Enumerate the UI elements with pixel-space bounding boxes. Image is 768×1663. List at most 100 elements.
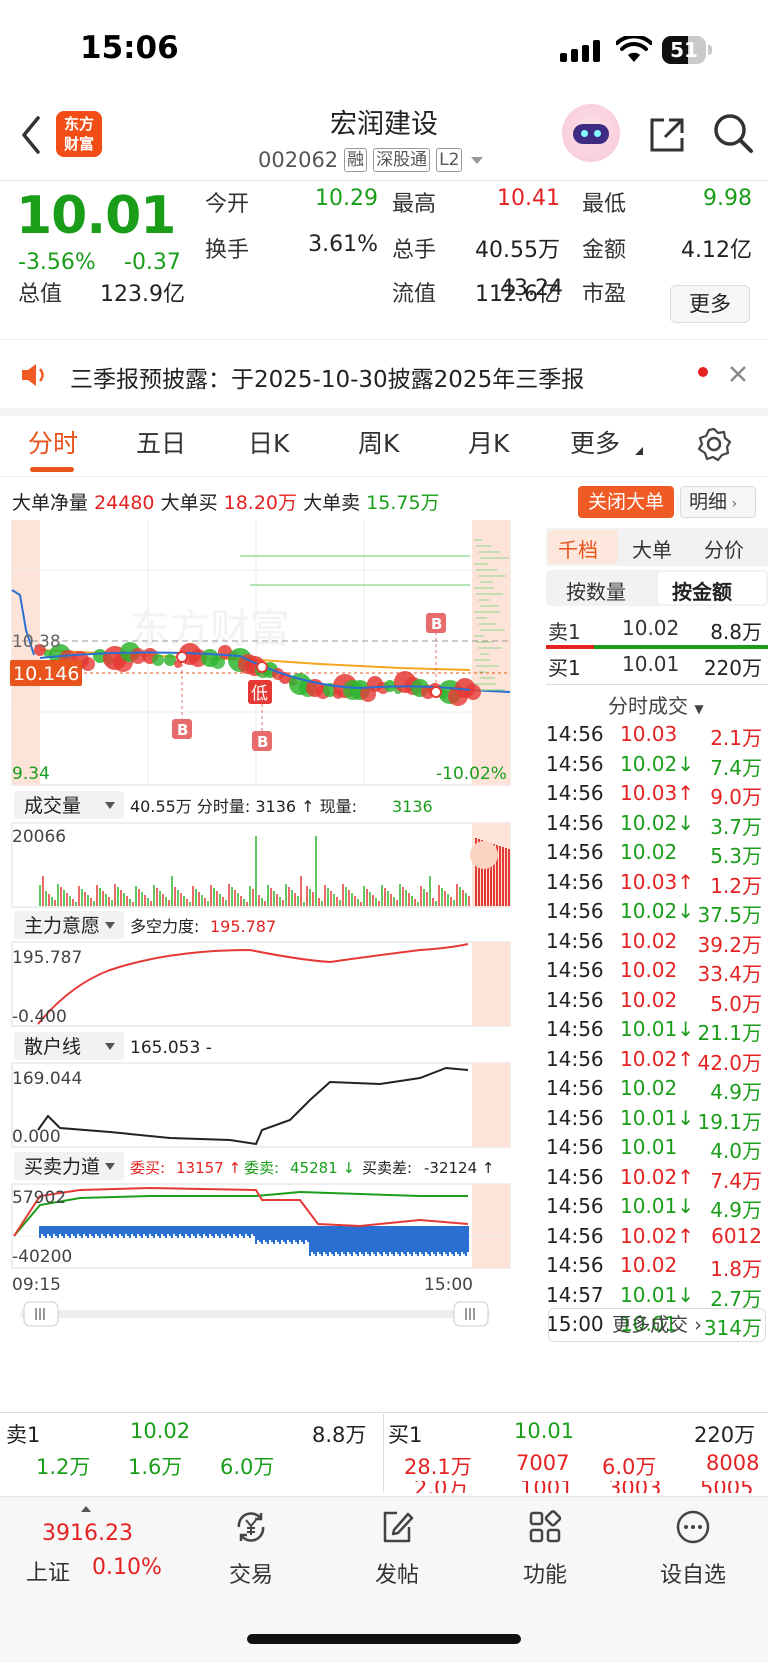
- tick-price-value: 10.02: [620, 958, 678, 982]
- tick-volume: 1.2万: [710, 873, 762, 898]
- notice-text: 三季报预披露：于2025-10-30披露2025年三季报: [70, 367, 585, 393]
- range-handle-left[interactable]: [23, 1301, 59, 1327]
- tick-volume: 1.8万: [710, 1257, 762, 1281]
- more-button[interactable]: 更多: [670, 285, 750, 323]
- force-sell-label: 委卖:: [244, 1159, 279, 1177]
- bid1-vol: 220万: [703, 656, 762, 680]
- tick-price-value: 10.02: [620, 987, 678, 1012]
- sub-tab-by-count[interactable]: 按数量: [566, 576, 626, 605]
- tick-price: 10.01↓: [620, 1194, 694, 1218]
- battery-icon: 51: [662, 36, 706, 64]
- tick-price: 10.02: [620, 929, 677, 953]
- panel-tab[interactable]: 分价: [704, 534, 744, 563]
- index-ticker[interactable]: 3916.23 上证 0.10%: [0, 1497, 170, 1617]
- tick-row: 14:56 10.02 1.8万: [546, 1253, 768, 1284]
- tab-weekly-k[interactable]: 周K: [358, 424, 399, 460]
- stock-code-row[interactable]: 002062 融 深股通 L2: [258, 148, 486, 172]
- tab-intraday[interactable]: 分时: [28, 424, 78, 460]
- ticks-title[interactable]: 分时成交 ▼: [608, 690, 704, 719]
- book-ask-queue: 6.0万: [220, 1455, 275, 1479]
- time-axis-start: 09:15: [12, 1275, 61, 1295]
- assistant-robot-icon[interactable]: [562, 104, 620, 162]
- tick-price-value: 10.02: [620, 840, 678, 864]
- trade-panel: 千档 大单 分价 按数量 按金额 卖1 10.02 8.8万 买1 10.01 220万 分时…: [546, 528, 768, 1358]
- tab-trade-label: 交易: [228, 1563, 273, 1588]
- tab-monthly-k[interactable]: 月K: [468, 424, 509, 460]
- tick-price: 10.03↑: [620, 870, 694, 894]
- tick-volume: 4.9万: [710, 1080, 762, 1104]
- ask-bid-ratio-green: [594, 645, 768, 649]
- tick-time: 14:56: [546, 1076, 604, 1100]
- panel-tab[interactable]: 大单: [632, 534, 672, 563]
- volume-selector-label[interactable]: 成交量: [24, 795, 81, 817]
- net-label: 大单净量: [12, 492, 89, 514]
- tick-row: 14:56 10.03↑ 9.0万: [546, 781, 768, 812]
- retail-min: 0.000: [12, 1127, 61, 1147]
- buy-marker-label: B: [177, 721, 188, 739]
- book-bid-queue: 6.0万: [602, 1455, 657, 1479]
- tab-daily-k[interactable]: 日K: [248, 424, 289, 460]
- tick-volume: 4.9万: [710, 1198, 762, 1222]
- status-bar: 15:06 51: [0, 0, 768, 96]
- tick-time: 14:56: [546, 958, 604, 982]
- tick-price-value: 10.02: [620, 928, 678, 953]
- share-icon[interactable]: [647, 115, 687, 155]
- range-handle-right[interactable]: [453, 1301, 489, 1327]
- tick-time: 14:56: [546, 1105, 604, 1130]
- search-icon[interactable]: [712, 112, 754, 154]
- tick-price: 10.02: [620, 1076, 677, 1100]
- tick-direction: ↓: [677, 810, 695, 835]
- book-bid-queue: 28.1万: [404, 1455, 472, 1479]
- aftermarket-shade: [472, 942, 510, 1026]
- tick-time: 14:56: [546, 751, 604, 776]
- buy-label: 大单买: [160, 492, 218, 514]
- intraday-chart[interactable]: 东方财富BBB低11.429.3410.02%-10.02%10.3810.14…: [0, 520, 546, 1410]
- detail-button[interactable]: 明细 ›: [680, 486, 756, 518]
- main-force-info: 195.787: [210, 917, 276, 936]
- aftermarket-shade: [472, 1184, 510, 1268]
- panel-tab[interactable]: 千档: [558, 534, 598, 563]
- settings-gear-icon[interactable]: [696, 426, 732, 462]
- tick-price: 10.02↑: [620, 1047, 694, 1071]
- book-bid-queue: 7007: [516, 1451, 570, 1475]
- more-ticks-label: 更多成交: [612, 1314, 689, 1336]
- divider: [0, 180, 768, 181]
- dropdown-icon[interactable]: [468, 153, 486, 167]
- main-force-info-label: 多空力度:: [130, 917, 199, 936]
- tick-time: 14:56: [546, 810, 604, 835]
- tab-5day[interactable]: 五日: [136, 424, 186, 460]
- divider: [383, 1414, 384, 1492]
- price-axis-bottom: 9.34: [12, 764, 50, 784]
- tick-volume: 33.4万: [697, 962, 762, 986]
- retail-selector-label[interactable]: 散户线: [24, 1036, 81, 1058]
- main-force-selector-label[interactable]: 主力意愿: [24, 915, 100, 937]
- close-big-order-button[interactable]: 关闭大单: [578, 486, 674, 518]
- dropdown-caret-icon: ▼: [694, 702, 704, 716]
- watermark-text: 东方财富: [130, 606, 290, 652]
- range-scroll-track[interactable]: [20, 1310, 490, 1318]
- tab-more[interactable]: 更多: [570, 424, 620, 460]
- divider: [0, 408, 768, 416]
- tab-post-label: 发帖: [374, 1563, 419, 1588]
- expand-icon[interactable]: [470, 841, 498, 869]
- sub-tab-by-amount[interactable]: 按金额: [672, 576, 732, 605]
- quote-field-label: 流值: [392, 282, 437, 307]
- quote-field-value: 10.29: [315, 186, 378, 211]
- book-ask-queue: 1.2万: [36, 1455, 91, 1479]
- tick-row: 14:56 10.01↓ 19.1万: [546, 1106, 768, 1137]
- tick-price: 10.02: [620, 988, 677, 1012]
- force-selector-label[interactable]: 买卖力道: [24, 1156, 100, 1178]
- tick-time: 14:56: [546, 1017, 604, 1041]
- more-ticks-button[interactable]: 更多成交 ›: [548, 1308, 766, 1342]
- index-value: 3916.23: [42, 1521, 133, 1546]
- tick-time: 14:56: [546, 987, 604, 1012]
- close-icon[interactable]: [728, 364, 748, 384]
- big-order-bubble: [465, 684, 481, 700]
- tick-price-value: 10.02: [620, 1046, 678, 1071]
- buy-value: 18.20万: [223, 492, 298, 514]
- tick-price: 10.01↓: [620, 1017, 694, 1041]
- tick-volume: 19.1万: [697, 1109, 762, 1134]
- tick-time: 14:56: [546, 1253, 604, 1277]
- time-axis-end: 15:00: [424, 1275, 473, 1295]
- notice-bar[interactable]: 三季报预披露：于2025-10-30披露2025年三季报: [0, 346, 768, 402]
